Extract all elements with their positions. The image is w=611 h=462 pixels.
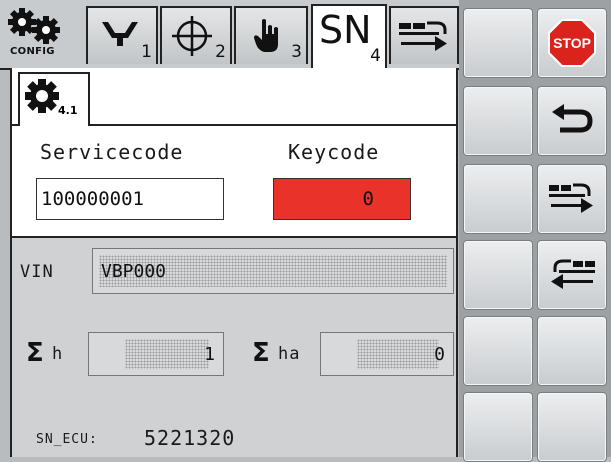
stop-sign-icon: STOP	[548, 19, 596, 67]
servicecode-label: Servicecode	[40, 140, 184, 164]
sn-ecu-label: SN_ECU:	[36, 432, 98, 447]
sum-h-field: 1	[88, 332, 224, 376]
softkey-blank-7[interactable]	[463, 392, 533, 462]
sum-ha-field: 0	[320, 332, 454, 376]
vin-field: VBP000	[92, 248, 454, 294]
tab-export[interactable]	[389, 6, 459, 64]
crosshair-icon	[172, 16, 212, 56]
tab-config[interactable]: CONFIG	[4, 4, 82, 64]
sn-ecu-value: 5221320	[144, 426, 236, 450]
keycode-field[interactable]: 0	[273, 178, 411, 220]
codes-section: Servicecode 100000001 Keycode 0	[12, 126, 456, 238]
tab-funnel[interactable]: 1	[86, 6, 158, 64]
tab-sn-label: SN	[319, 8, 372, 52]
funnel-icon	[102, 22, 138, 46]
tab-sn[interactable]: SN 4	[311, 4, 387, 68]
keycode-label: Keycode	[288, 140, 380, 164]
softkey-blank-4[interactable]	[463, 240, 533, 310]
keycode-value: 0	[362, 188, 374, 210]
tab-sub-3: 3	[291, 42, 302, 62]
stop-label: STOP	[553, 35, 591, 51]
softkey-blank-5[interactable]	[463, 316, 533, 386]
machine-arrow-right-icon	[549, 183, 593, 213]
tab-sub-4: 4	[370, 46, 381, 66]
servicecode-field[interactable]: 100000001	[36, 178, 224, 220]
tab-sub-1: 1	[141, 42, 152, 62]
softkey-blank-2[interactable]	[463, 86, 533, 156]
subtab-row: 4.1	[12, 68, 456, 126]
stop-button[interactable]: STOP	[537, 8, 607, 78]
servicecode-value: 100000001	[41, 188, 144, 210]
softkey-blank-1[interactable]	[463, 8, 533, 78]
tab-sub-2: 2	[215, 42, 226, 62]
subtab-sub: 4.1	[58, 104, 78, 117]
sum-h-sigma: Σ	[26, 338, 44, 368]
softkey-blank-6[interactable]	[537, 316, 607, 386]
machine-arrow-right-icon	[399, 21, 447, 51]
vin-value: VBP000	[101, 260, 167, 282]
softkey-blank-8[interactable]	[537, 392, 607, 462]
tab-crosshair[interactable]: 2	[160, 6, 232, 64]
softkey-panel: STOP	[459, 0, 611, 462]
back-button[interactable]	[537, 86, 607, 156]
sum-h-label: h	[52, 344, 64, 364]
sum-h-value: 1	[204, 343, 215, 365]
vin-label: VIN	[20, 262, 54, 282]
machine-info-section: VIN VBP000 Σ h 1 Σ ha 0 SN_ECU: 5221320	[12, 238, 456, 457]
sum-ha-label: ha	[278, 344, 301, 364]
softkey-blank-3[interactable]	[463, 164, 533, 234]
sum-ha-sigma: Σ	[252, 338, 270, 368]
tab-hand[interactable]: 3	[234, 6, 308, 64]
subtab-settings[interactable]: 4.1	[18, 72, 90, 126]
terminal-screen: CONFIG 1 2 3 SN 4 4.1 Servicecode 100000…	[0, 0, 611, 462]
tab-bar: CONFIG 1 2 3 SN 4	[0, 0, 461, 70]
import-button[interactable]	[537, 240, 607, 310]
config-label: CONFIG	[10, 46, 55, 57]
config-gears-icon	[8, 8, 60, 44]
sum-ha-value: 0	[434, 343, 445, 365]
main-panel: 4.1 Servicecode 100000001 Keycode 0 VIN …	[10, 68, 458, 457]
export-button[interactable]	[537, 164, 607, 234]
machine-arrow-left-icon	[551, 259, 595, 289]
hand-icon	[254, 19, 278, 52]
return-arrow-icon	[552, 104, 593, 133]
